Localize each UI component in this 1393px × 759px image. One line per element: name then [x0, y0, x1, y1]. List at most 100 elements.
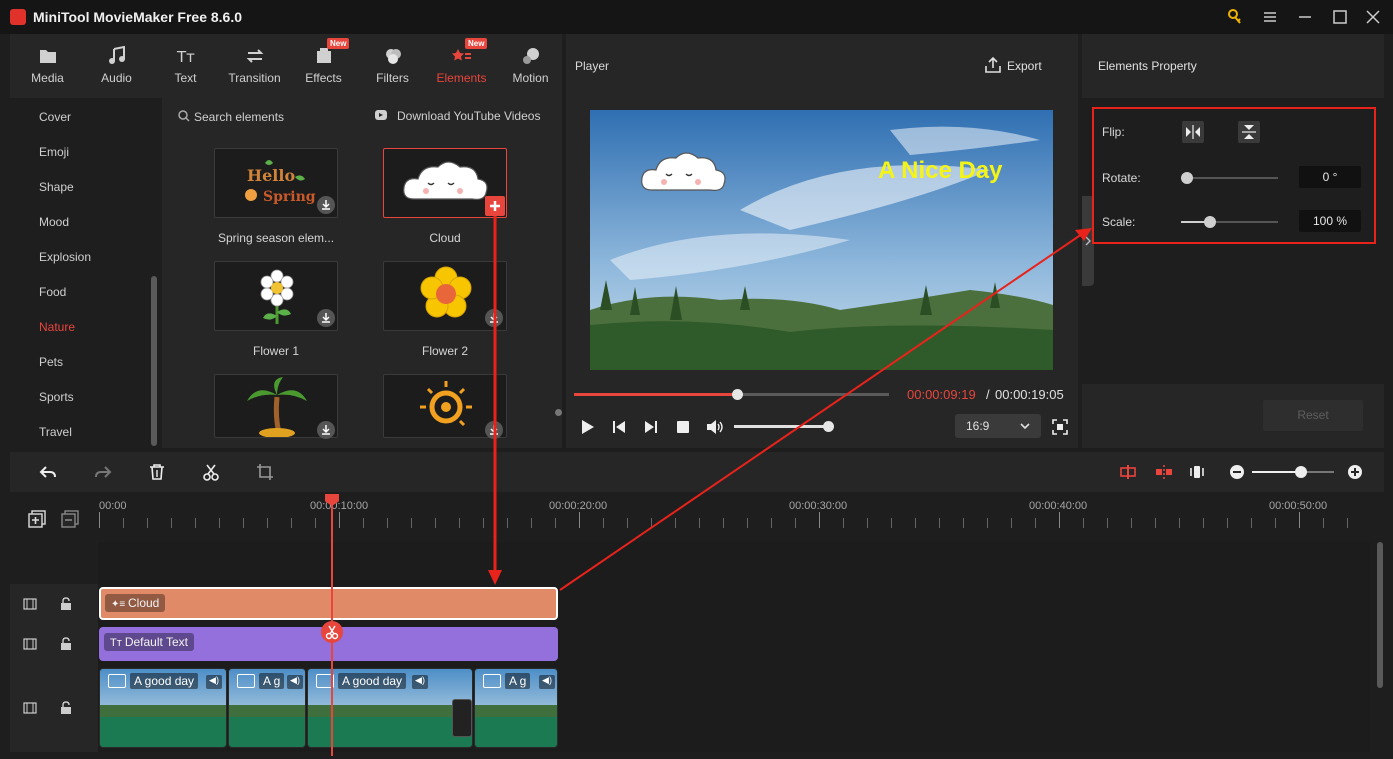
tab-label: Motion	[512, 71, 549, 85]
add-element-button[interactable]	[485, 196, 505, 216]
fit-timeline-icon[interactable]	[1188, 463, 1206, 481]
youtube-icon	[375, 109, 391, 121]
video-frame-image: A Nice Day	[590, 110, 1053, 370]
ruler-tick	[1035, 518, 1036, 528]
ruler-label: 00:00:20:00	[549, 500, 608, 512]
tab-media[interactable]: Media	[13, 34, 82, 98]
tab-label: Filters	[376, 71, 409, 85]
split-playhead-button[interactable]	[321, 621, 343, 643]
elements-icon	[451, 46, 472, 66]
svg-text:Spring: Spring	[263, 189, 316, 205]
split-scissors-icon[interactable]	[202, 463, 220, 481]
ruler-tick	[555, 518, 556, 528]
clip-volume-icon[interactable]: ◀)	[287, 675, 303, 689]
clip-volume-icon[interactable]: ◀)	[206, 675, 222, 689]
volume-icon[interactable]	[705, 418, 723, 436]
ruler-tick	[699, 518, 700, 528]
lock-icon[interactable]	[60, 701, 72, 715]
play-icon[interactable]	[578, 418, 596, 436]
search-input[interactable]: Search elements	[194, 110, 284, 124]
transition-arrows-icon	[245, 46, 265, 66]
progress-handle[interactable]	[731, 389, 743, 400]
text-icon: Tт	[176, 46, 196, 66]
category-scrollbar[interactable]	[151, 276, 157, 446]
download-icon[interactable]	[485, 309, 503, 327]
category-food[interactable]: Food	[39, 285, 66, 299]
crop-icon[interactable]	[256, 463, 274, 481]
video-clip[interactable]: A good day ◀)	[99, 668, 227, 748]
zoom-in-icon[interactable]	[1347, 464, 1363, 480]
lock-icon[interactable]	[60, 637, 72, 651]
undo-icon[interactable]	[39, 463, 57, 481]
tab-text[interactable]: Tт Text	[151, 34, 220, 98]
clip-name: Cloud	[128, 596, 160, 610]
aspect-ratio-select[interactable]: 16:9	[955, 414, 1041, 438]
minimize-icon[interactable]	[1294, 6, 1316, 28]
fullscreen-icon[interactable]	[1051, 418, 1069, 436]
ruler-tick	[1083, 518, 1084, 528]
element-clip-label: ✦≡ Cloud	[105, 594, 166, 612]
download-icon[interactable]	[317, 309, 335, 327]
tab-filters[interactable]: Filters	[358, 34, 427, 98]
ruler-tick	[171, 518, 172, 528]
download-icon[interactable]	[485, 421, 503, 439]
panel-resize-handle[interactable]	[555, 409, 562, 416]
add-track-icon[interactable]	[28, 510, 46, 528]
remove-track-icon[interactable]	[61, 510, 79, 528]
element-clip-cloud[interactable]: ✦≡ Cloud	[99, 587, 558, 620]
ruler-tick	[939, 518, 940, 528]
timeline-ruler[interactable]	[10, 494, 1384, 542]
menu-icon[interactable]	[1259, 6, 1281, 28]
delete-icon[interactable]	[148, 463, 166, 481]
clip-volume-icon[interactable]: ◀)	[539, 675, 555, 689]
clip-name: Default Text	[124, 635, 188, 649]
lock-icon[interactable]	[60, 597, 72, 611]
transition-marker[interactable]	[452, 699, 472, 737]
stop-icon[interactable]	[674, 418, 692, 436]
category-travel[interactable]: Travel	[39, 425, 72, 439]
element-label: Cloud	[429, 231, 461, 245]
download-icon[interactable]	[317, 421, 335, 439]
category-explosion[interactable]: Explosion	[39, 250, 91, 264]
tab-elements[interactable]: Elements New	[427, 34, 496, 98]
split-clip-icon[interactable]	[1155, 463, 1173, 481]
reset-button[interactable]: Reset	[1263, 400, 1363, 431]
export-button[interactable]: Export	[1007, 59, 1042, 73]
ruler-tick	[483, 518, 484, 528]
download-icon[interactable]	[317, 196, 335, 214]
ruler-tick	[339, 512, 340, 528]
empty-track-area[interactable]	[98, 542, 1370, 584]
next-frame-icon[interactable]	[642, 418, 660, 436]
category-pets[interactable]: Pets	[39, 355, 63, 369]
ruler-tick	[459, 518, 460, 528]
tab-motion[interactable]: Motion	[496, 34, 565, 98]
reset-label: Reset	[1297, 408, 1329, 422]
video-clip[interactable]: A g ◀)	[228, 668, 306, 748]
redo-icon[interactable]	[94, 463, 112, 481]
zoom-out-icon[interactable]	[1229, 464, 1245, 480]
category-shape[interactable]: Shape	[39, 180, 74, 194]
previous-frame-icon[interactable]	[610, 418, 628, 436]
close-icon[interactable]	[1362, 6, 1384, 28]
total-time: 00:00:19:05	[995, 387, 1064, 402]
category-nature[interactable]: Nature	[39, 320, 75, 334]
category-emoji[interactable]: Emoji	[39, 145, 69, 159]
download-youtube-link[interactable]: Download YouTube Videos	[397, 109, 540, 123]
tab-audio[interactable]: Audio	[82, 34, 151, 98]
category-cover[interactable]: Cover	[39, 110, 71, 124]
tab-transition[interactable]: Transition	[220, 34, 289, 98]
video-clip[interactable]: A g ◀)	[474, 668, 558, 748]
ruler-tick	[435, 518, 436, 528]
text-clip-label: Tт Default Text	[104, 633, 194, 651]
category-mood[interactable]: Mood	[39, 215, 69, 229]
category-sports[interactable]: Sports	[39, 390, 74, 404]
timeline-vertical-scrollbar[interactable]	[1377, 542, 1383, 688]
volume-handle[interactable]	[822, 421, 834, 432]
ruler-tick	[579, 512, 580, 528]
tab-effects[interactable]: Effects New	[289, 34, 358, 98]
maximize-icon[interactable]	[1329, 6, 1351, 28]
key-icon[interactable]	[1224, 6, 1246, 28]
snap-icon[interactable]	[1119, 463, 1137, 481]
clip-volume-icon[interactable]: ◀)	[412, 675, 428, 689]
empty-track-head	[10, 542, 98, 584]
